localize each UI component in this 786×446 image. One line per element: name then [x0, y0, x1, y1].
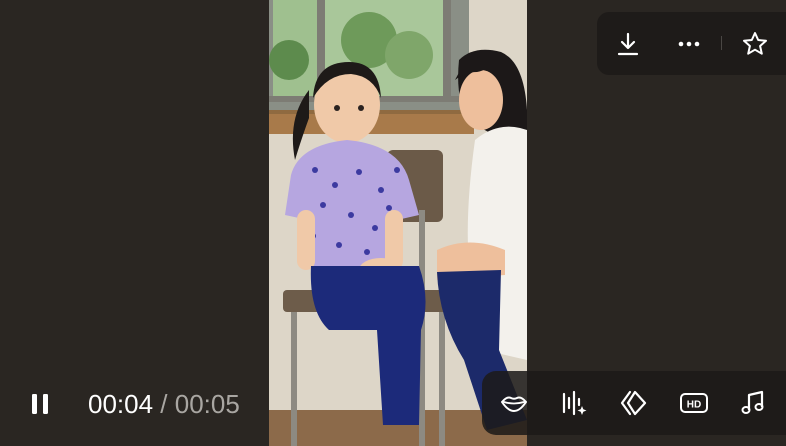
hd-icon: HD	[680, 393, 708, 413]
favorite-button[interactable]	[739, 28, 771, 60]
ai-enhance-button[interactable]	[557, 387, 589, 419]
pause-button[interactable]	[24, 388, 56, 420]
bottom-toolbar: HD	[482, 371, 786, 435]
music-button[interactable]	[737, 387, 769, 419]
time-readout: 00:04 / 00:05	[88, 388, 240, 420]
more-options-button[interactable]	[673, 28, 705, 60]
time-separator: /	[153, 389, 175, 419]
more-options-icon	[678, 41, 700, 47]
ai-enhance-icon	[562, 390, 587, 416]
star-icon	[743, 32, 767, 55]
current-time: 00:04	[88, 389, 154, 419]
pause-icon	[32, 394, 48, 414]
diamond-arrows-icon	[620, 390, 647, 416]
lip-sync-button[interactable]	[498, 387, 530, 419]
music-note-icon	[741, 390, 764, 414]
transition-button[interactable]	[618, 387, 650, 419]
download-icon	[617, 32, 639, 56]
video-player: 00:04 / 00:05 HD	[0, 0, 786, 446]
hd-button[interactable]: HD	[678, 387, 710, 419]
hd-badge-text: HD	[687, 399, 701, 410]
lips-icon	[501, 396, 527, 412]
download-button[interactable]	[612, 28, 644, 60]
toolbar-divider	[721, 36, 722, 50]
total-time: 00:05	[174, 389, 240, 419]
top-toolbar	[597, 12, 786, 75]
